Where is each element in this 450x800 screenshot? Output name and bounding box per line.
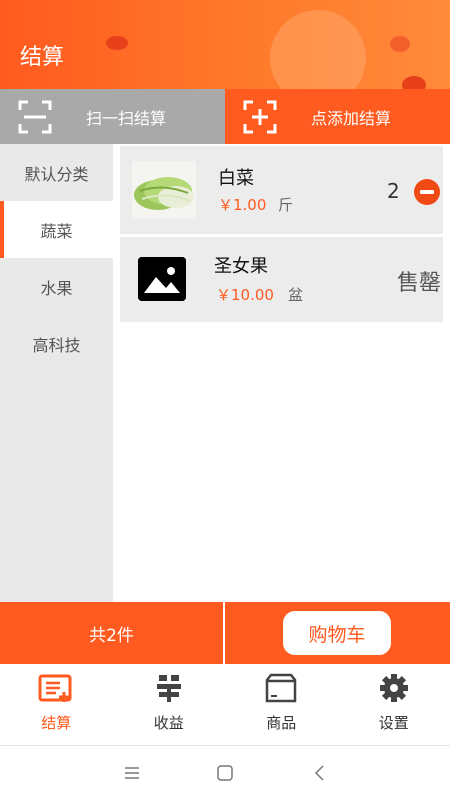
category-label: 水果 xyxy=(40,278,73,298)
sold-out-label: 售罄 xyxy=(397,271,442,296)
checkout-icon xyxy=(38,672,74,704)
product-name: 白菜 xyxy=(218,168,254,189)
gear-icon xyxy=(376,672,412,704)
category-label: 高科技 xyxy=(32,335,81,355)
add-checkout-label: 点添加结算 xyxy=(311,108,392,128)
home-icon[interactable] xyxy=(215,763,235,783)
product-card[interactable]: 白菜 ￥1.00 斤 2 xyxy=(120,146,443,234)
cart-bar: 共2件 购物车 xyxy=(0,602,450,664)
header-decoration-bubble xyxy=(402,76,426,89)
product-list: 白菜 ￥1.00 斤 2 圣女果 ￥10.00 盆 售罄 xyxy=(113,144,450,602)
product-card[interactable]: 圣女果 ￥10.00 盆 售罄 xyxy=(120,237,443,322)
tab-income[interactable]: 收益 xyxy=(113,664,226,745)
product-price: ￥1.00 xyxy=(218,196,267,214)
add-checkout-button[interactable]: 点添加结算 xyxy=(225,89,450,144)
product-quantity: 2 xyxy=(387,179,400,203)
bottom-tab-bar: 结算 收益 商品 设置 xyxy=(0,664,450,746)
header-decoration-bubble xyxy=(106,36,128,50)
product-price: ￥10.00 xyxy=(216,286,274,304)
checkout-mode-bar: 扫一扫结算 点添加结算 xyxy=(0,89,450,144)
header-decoration-bubble xyxy=(390,36,410,52)
income-icon xyxy=(151,672,187,704)
shopping-cart-button[interactable]: 购物车 xyxy=(283,611,391,655)
image-placeholder-icon xyxy=(138,257,186,301)
product-box-icon xyxy=(263,672,299,704)
category-item-default[interactable]: 默认分类 xyxy=(0,144,113,201)
tab-products[interactable]: 商品 xyxy=(225,664,338,745)
scan-checkout-label: 扫一扫结算 xyxy=(86,108,167,128)
category-item-hightech[interactable]: 高科技 xyxy=(0,315,113,372)
tab-settings[interactable]: 设置 xyxy=(338,664,450,745)
product-unit: 盆 xyxy=(288,286,304,304)
category-item-vegetables[interactable]: 蔬菜 xyxy=(0,201,113,258)
back-icon[interactable] xyxy=(310,763,330,783)
scan-icon xyxy=(18,100,52,134)
category-label: 默认分类 xyxy=(24,164,89,184)
cart-item-count: 共2件 xyxy=(0,602,223,664)
page-title: 结算 xyxy=(20,45,65,70)
category-item-fruits[interactable]: 水果 xyxy=(0,258,113,315)
cart-button-area: 购物车 xyxy=(225,602,450,664)
category-label: 蔬菜 xyxy=(40,221,73,241)
tab-label: 收益 xyxy=(153,714,184,732)
napa-cabbage-image xyxy=(132,161,196,219)
tab-label: 设置 xyxy=(378,714,409,732)
category-sidebar: 默认分类 蔬菜 水果 高科技 xyxy=(0,144,113,602)
header-decoration-ring xyxy=(270,10,366,89)
scan-checkout-button[interactable]: 扫一扫结算 xyxy=(0,89,225,144)
app-header: 结算 xyxy=(0,0,450,89)
tab-checkout[interactable]: 结算 xyxy=(0,664,113,745)
tab-label: 商品 xyxy=(266,714,297,732)
add-item-icon xyxy=(243,100,277,134)
product-unit: 斤 xyxy=(278,196,294,214)
tab-label: 结算 xyxy=(41,714,72,732)
menu-icon[interactable] xyxy=(122,763,142,783)
decrease-quantity-button[interactable] xyxy=(414,179,440,205)
system-navigation-bar xyxy=(0,746,450,800)
product-name: 圣女果 xyxy=(214,256,268,277)
